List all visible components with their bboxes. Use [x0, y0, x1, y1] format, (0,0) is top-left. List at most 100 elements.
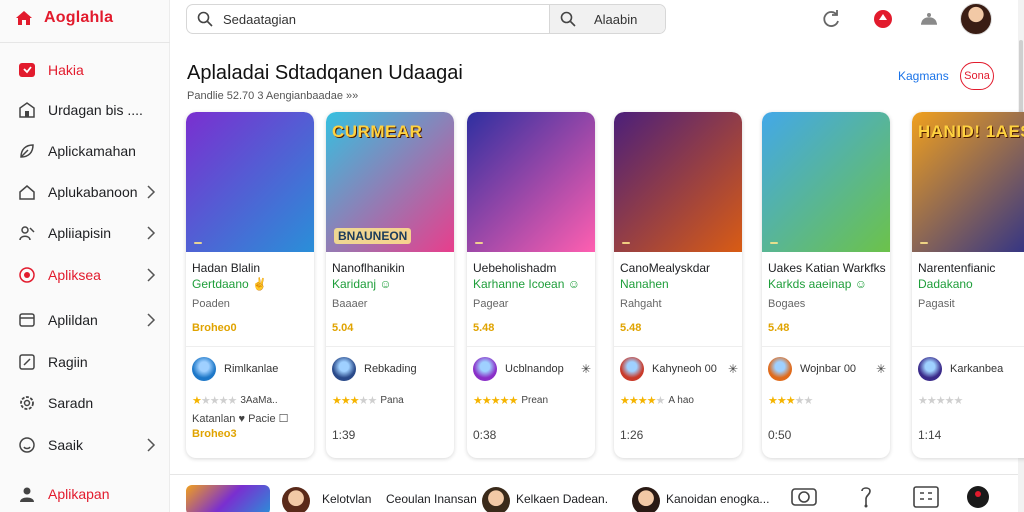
sidebar-item-label: Apliksea [48, 267, 101, 283]
app-card[interactable]: Uakes Katian Warkfks Karkds aaeinap ☺ Bo… [762, 112, 890, 458]
window-icon [19, 313, 35, 327]
thumbnail[interactable] [186, 485, 270, 512]
card-time: 1:39 [332, 428, 356, 442]
card-divider [912, 346, 1024, 347]
more-icon[interactable]: ✳ [728, 362, 738, 376]
app-title-line: Karidanj ☺ [332, 277, 392, 291]
app-title-line: Nanoflhanikin [332, 261, 405, 275]
share-icon[interactable] [852, 485, 880, 509]
bottom-label[interactable]: Kelkaen Dadean. [516, 492, 608, 506]
sidebar-item-label: Saradn [48, 395, 94, 411]
sidebar-item-label: Aplildan [48, 312, 98, 328]
app-artwork[interactable]: HANID! 1AES [912, 112, 1024, 252]
app-title-line: CanoMealyskdar [620, 261, 711, 275]
bottom-label[interactable]: Kelotvlan [322, 492, 371, 506]
sidebar-item-aplildan[interactable]: Aplildan [0, 302, 170, 338]
developer-name: Rimlkanlae [224, 363, 279, 375]
app-title-line: Karhanne Icoean ☺ [473, 277, 580, 291]
rating-row: ★★★★★ [918, 394, 1024, 407]
grid-icon[interactable] [912, 485, 940, 509]
bottom-strip: Kelotvlan Ceoulan Inansan Kelkaen Dadean… [170, 474, 1018, 512]
developer-row[interactable]: Rebkading [332, 356, 450, 382]
cloud-icon[interactable] [918, 8, 940, 30]
app-title[interactable]: Uakes Katian Warkfks Karkds aaeinap ☺ [768, 260, 886, 292]
developer-avatar [192, 357, 216, 381]
star-filled-icon: ★ [768, 395, 778, 407]
app-card[interactable]: Uebeholishadm Karhanne Icoean ☺ Pagear 5… [467, 112, 595, 458]
app-title-line: Dadakano [918, 277, 973, 291]
card-divider [614, 346, 742, 347]
app-title-line: Uebeholishadm [473, 261, 557, 275]
star-rating: ★★★★★ [192, 394, 237, 407]
app-price: 5.48 [768, 322, 790, 334]
star-empty-icon: ★ [655, 395, 666, 407]
user-icon [20, 487, 34, 502]
app-card[interactable]: CanoMealyskdar Nanahen Rahgaht 5.48 Kahy… [614, 112, 742, 458]
sidebar-item-hakia[interactable]: Hakia [0, 52, 170, 88]
notification-icon[interactable] [872, 8, 894, 30]
app-category: Rahgaht [620, 298, 662, 310]
sidebar-item-aplukabanoon[interactable]: Aplukabanoon [0, 174, 170, 210]
sidebar-item-ragiin[interactable]: Ragiin [0, 344, 170, 380]
star-empty-icon: ★ [918, 395, 928, 407]
app-title[interactable]: Uebeholishadm Karhanne Icoean ☺ [473, 260, 591, 292]
see-more-link[interactable]: Kagmans [898, 69, 949, 83]
app-artwork[interactable] [186, 112, 314, 252]
app-artwork[interactable] [467, 112, 595, 252]
refresh-icon[interactable] [820, 8, 842, 30]
profile-icon[interactable] [964, 485, 992, 509]
star-empty-icon: ★ [935, 395, 946, 407]
app-title[interactable]: Nanoflhanikin Karidanj ☺ [332, 260, 450, 292]
app-title-line: Gertdaano ✌ [192, 277, 267, 291]
sidebar-item-label: Aplickamahan [48, 143, 136, 159]
more-icon[interactable]: ✳ [581, 362, 591, 376]
avatar[interactable] [282, 487, 310, 512]
artwork-caption [622, 242, 630, 244]
developer-avatar [473, 357, 497, 381]
sort-button[interactable]: Sona [960, 62, 994, 90]
sidebar-item-saaik[interactable]: Saaik [0, 427, 170, 463]
more-icon[interactable]: ✳ [876, 362, 886, 376]
avatar[interactable] [960, 3, 992, 35]
avatar[interactable] [482, 487, 510, 512]
sidebar-item-apliiapisin[interactable]: Apliiapisin [0, 215, 170, 251]
sidebar-item-aplikapan[interactable]: Aplikapan [0, 476, 170, 512]
sidebar-item-saradn[interactable]: Saradn [0, 385, 170, 421]
app-title[interactable]: Hadan Blalin Gertdaano ✌ [192, 260, 310, 292]
avatar[interactable] [632, 487, 660, 512]
app-card[interactable]: CURMEAR BNAUNEON Nanoflhanikin Karidanj … [326, 112, 454, 458]
card-divider [467, 346, 595, 347]
app-title[interactable]: Narentenfianic Dadakano [918, 260, 1024, 292]
developer-row[interactable]: Karkanbea [918, 356, 1024, 382]
developer-row[interactable]: Kahyneoh 00 ✳ [620, 356, 738, 382]
app-card[interactable]: HANID! 1AES Narentenfianic Dadakano Paga… [912, 112, 1024, 458]
brand[interactable]: Aoglahla [14, 8, 113, 28]
sidebar-item-urdagan[interactable]: Urdagan bis .... [0, 92, 170, 128]
card-meta: Katanlan ♥ Pacie ☐ [192, 413, 289, 425]
app-card[interactable]: Hadan Blalin Gertdaano ✌ Poaden Broheo0 … [186, 112, 314, 458]
search-input[interactable] [223, 11, 543, 27]
developer-row[interactable]: Wojnbar 00 ✳ [768, 356, 886, 382]
edit-icon [19, 354, 35, 370]
rating-row: ★★★★★ 3AaMa.. [192, 394, 310, 407]
developer-row[interactable]: Rimlkanlae [192, 356, 310, 382]
app-category: Baaaer [332, 298, 368, 310]
app-artwork[interactable] [614, 112, 742, 252]
sidebar-item-aplickamahan[interactable]: Aplickamahan [0, 133, 170, 169]
artwork-title: HANID! 1AES [918, 122, 1024, 141]
star-filled-icon: ★ [473, 395, 483, 407]
app-artwork[interactable]: CURMEAR BNAUNEON [326, 112, 454, 252]
star-empty-icon: ★ [926, 395, 937, 407]
app-title[interactable]: CanoMealyskdar Nanahen [620, 260, 738, 292]
search-button[interactable]: Alaabin [549, 5, 665, 33]
star-empty-icon: ★ [358, 395, 369, 407]
app-title-line: Nanahen [620, 277, 669, 291]
developer-row[interactable]: Ucblnandop ✳ [473, 356, 591, 382]
section-title: Aplaladai Sdtadqanen Udaagai [187, 62, 463, 84]
developer-name: Wojnbar 00 [800, 363, 857, 375]
camera-icon[interactable] [790, 485, 818, 509]
app-artwork[interactable] [762, 112, 890, 252]
bottom-label[interactable]: Ceoulan Inansan [386, 492, 477, 506]
sidebar-item-apliksea[interactable]: Apliksea [0, 257, 170, 293]
bottom-label[interactable]: Kanoidan enogka... [666, 492, 769, 506]
